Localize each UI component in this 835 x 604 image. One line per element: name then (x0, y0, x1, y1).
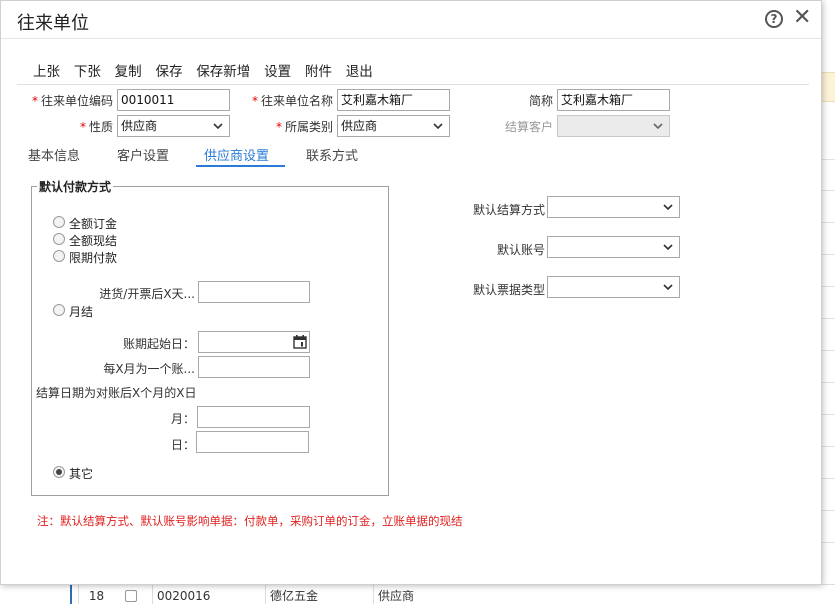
month-label: 月： (170, 412, 195, 426)
every-x-month-input[interactable] (198, 356, 310, 378)
close-icon[interactable]: ✕ (793, 6, 811, 30)
name-input[interactable]: 艾利嘉木箱厂 (337, 89, 450, 111)
row-type: 供应商 (373, 585, 493, 604)
save-button[interactable]: 保存 (155, 60, 182, 80)
toolbar-divider (17, 84, 809, 85)
short-name-input[interactable]: 艾利嘉木箱厂 (557, 89, 670, 111)
toolbar: 上张 下张 复制 保存 保存新增 设置 附件 退出 (33, 60, 383, 80)
row-code: 0020016 (152, 585, 262, 604)
days-after-label: 进货/开票后X天... (99, 287, 195, 301)
tab-basic-info[interactable]: 基本信息 (28, 145, 80, 164)
nature-select-value: 供应商 (121, 119, 158, 133)
settle-date-label: 结算日期为对账后X个月的X日 (36, 386, 197, 400)
grid-line (822, 190, 835, 191)
grid-line (822, 318, 835, 319)
unit-dialog: 往来单位 ? ✕ 上张 下张 复制 保存 保存新增 设置 附件 退出 * 往来单位… (0, 0, 822, 585)
radio-full-deposit[interactable] (53, 216, 65, 228)
prev-button[interactable]: 上张 (33, 60, 60, 80)
category-label: * 所属类别 (275, 120, 333, 134)
code-label: * 往来单位编码 (31, 94, 113, 108)
grid-line (822, 542, 835, 543)
account-select[interactable] (547, 236, 680, 258)
payment-method-legend: 默认付款方式 (37, 178, 114, 195)
help-icon[interactable]: ? (765, 10, 783, 28)
background-highlight-row (822, 72, 835, 102)
settle-customer-label: 结算客户 (504, 120, 553, 134)
category-select[interactable]: 供应商 (337, 115, 450, 137)
chevron-down-icon (663, 204, 673, 211)
tab-contact[interactable]: 联系方式 (306, 145, 358, 164)
settle-method-label: 默认结算方式 (472, 203, 545, 217)
invoice-type-select[interactable] (547, 276, 680, 298)
grid-line (822, 159, 835, 160)
nature-select[interactable]: 供应商 (117, 115, 230, 137)
dialog-title: 往来单位 (17, 13, 89, 34)
grid-line (822, 478, 835, 479)
invoice-type-label: 默认票据类型 (472, 283, 545, 297)
radio-full-cash[interactable] (53, 233, 65, 245)
grid-line (822, 286, 835, 287)
exit-button[interactable]: 退出 (346, 60, 373, 80)
chevron-down-icon (653, 123, 663, 130)
month-input[interactable] (197, 406, 310, 428)
grid-line (822, 254, 835, 255)
row-checkbox[interactable] (125, 590, 137, 602)
period-start-label: 账期起始日： (122, 337, 195, 351)
settle-customer-select[interactable] (557, 115, 670, 137)
row-indicator (70, 585, 72, 604)
dialog-header: 往来单位 ? ✕ (1, 1, 821, 39)
grid-line (822, 382, 835, 383)
radio-other-label: 其它 (69, 467, 94, 481)
attachment-button[interactable]: 附件 (305, 60, 332, 80)
background-table-row[interactable]: 18 0020016 德亿五金 供应商 (0, 584, 835, 604)
radio-full-deposit-label: 全额订金 (69, 217, 118, 231)
tab-supplier-settings[interactable]: 供应商设置 (204, 145, 269, 164)
radio-term-payment-label: 限期付款 (69, 251, 118, 265)
chevron-down-icon (433, 123, 443, 130)
grid-line (822, 222, 835, 223)
account-label: 默认账号 (496, 243, 545, 257)
calendar-icon[interactable] (293, 335, 307, 349)
period-start-input[interactable] (198, 331, 310, 353)
nature-label: * 性质 (79, 120, 113, 134)
chevron-down-icon (213, 123, 223, 130)
radio-other[interactable] (53, 466, 65, 478)
grid-line (822, 510, 835, 511)
every-x-month-label: 每X月为一个账... (103, 362, 195, 376)
active-tab-indicator (196, 165, 285, 167)
radio-monthly[interactable] (53, 304, 65, 316)
day-label: 日： (170, 438, 195, 452)
radio-term-payment[interactable] (53, 250, 65, 262)
code-input[interactable]: 0010011 (117, 89, 230, 111)
settings-button[interactable]: 设置 (264, 60, 291, 80)
grid-line (822, 414, 835, 415)
next-button[interactable]: 下张 (74, 60, 101, 80)
settle-method-select[interactable] (547, 196, 680, 218)
row-name: 德亿五金 (265, 585, 373, 604)
note-text: 注：默认结算方式、默认账号影响单据：付款单，采购订单的订金，立账单据的现结 (37, 514, 463, 528)
copy-button[interactable]: 复制 (115, 60, 142, 80)
radio-monthly-label: 月结 (69, 305, 94, 319)
chevron-down-icon (663, 284, 673, 291)
grid-line (822, 446, 835, 447)
name-label: * 往来单位名称 (251, 94, 333, 108)
radio-full-cash-label: 全额现结 (69, 234, 118, 248)
category-select-value: 供应商 (341, 119, 378, 133)
days-after-input[interactable] (198, 281, 310, 303)
tab-customer-settings[interactable]: 客户设置 (117, 145, 169, 164)
row-index: 18 (78, 585, 114, 604)
grid-line (822, 350, 835, 351)
short-name-label: 简称 (528, 94, 553, 108)
chevron-down-icon (663, 244, 673, 251)
day-input[interactable] (196, 431, 309, 453)
save-new-button[interactable]: 保存新增 (196, 60, 250, 80)
